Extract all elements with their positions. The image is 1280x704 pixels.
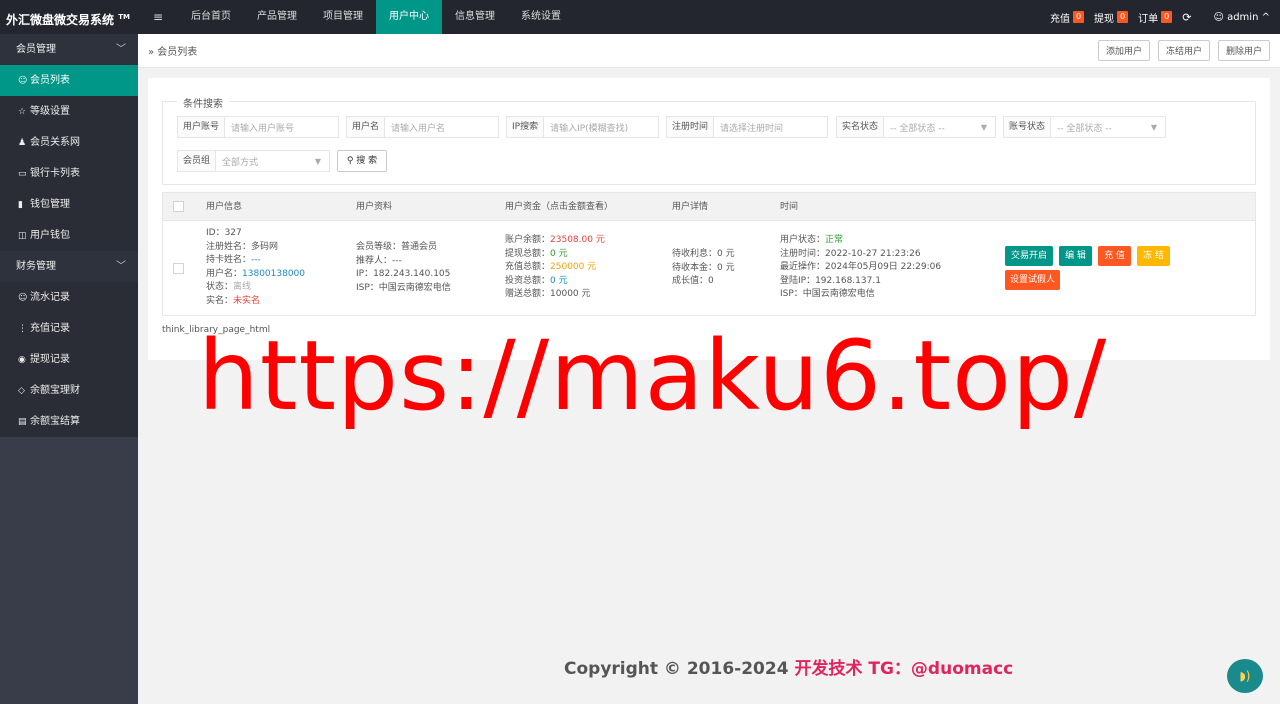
refresh-icon[interactable]: ⟳ bbox=[1182, 11, 1191, 24]
brand-title[interactable]: 外汇微盘微交易系统 TM bbox=[0, 0, 138, 34]
recharge-link[interactable]: 充值 0 bbox=[1050, 10, 1085, 25]
regtime-search-field[interactable]: 注册时间 请选择注册时间 bbox=[666, 116, 828, 138]
col-user-details: 用户详情 bbox=[672, 202, 709, 212]
member-group-select[interactable]: 会员组 全部方式 ▼ bbox=[177, 150, 330, 172]
sidebar-item-member-network[interactable]: ♟ 会员关系网 bbox=[0, 127, 138, 158]
account-search-field[interactable]: 用户账号 请输入用户账号 bbox=[177, 116, 339, 138]
nav-products[interactable]: 产品管理 bbox=[244, 0, 310, 34]
card-icon: ▭ bbox=[18, 169, 27, 179]
username-link[interactable]: 13800138000 bbox=[242, 269, 305, 279]
table-icon: ▤ bbox=[18, 417, 27, 427]
member-table: 用户信息 用户资料 用户资金（点击金额查看） 用户详情 时间 ID：327 注册… bbox=[162, 192, 1256, 316]
wallet-icon: ▮ bbox=[18, 200, 23, 210]
dropdown-arrow-icon: ▼ bbox=[1150, 122, 1157, 132]
account-status-select[interactable]: 账号状态 -- 全部状态 -- ▼ bbox=[1003, 116, 1166, 138]
sidebar-item-recharge-records[interactable]: ⋮ 充值记录 bbox=[0, 313, 138, 344]
users-icon: ♟ bbox=[18, 138, 27, 148]
time-cell: 用户状态：正常 注册时间：2022-10-27 21:23:26 最近操作：20… bbox=[780, 235, 942, 300]
search-fieldset: 条件搜索 用户账号 请输入用户账号 用户名 请输入用户名 IP搜索 请输入IP(模糊查… bbox=[162, 95, 1256, 185]
watermark-text: https://maku6.top/ bbox=[198, 320, 1108, 432]
sidebar: 会员管理 ﹀ ☺ 会员列表 ☆ 等级设置 ♟ 会员关系网 ▭ 银行卡列表 ▮ 钱包管理 ◫ 用… bbox=[0, 34, 138, 704]
realname-status-select[interactable]: 实名状态 -- 全部状态 -- ▼ bbox=[836, 116, 996, 138]
col-user-funds: 用户资金（点击金额查看） bbox=[505, 202, 614, 212]
sidebar-item-wallet-manage[interactable]: ▮ 钱包管理 bbox=[0, 189, 138, 220]
delete-user-button[interactable]: 删除用户 bbox=[1217, 40, 1270, 61]
nav-info[interactable]: 信息管理 bbox=[442, 0, 508, 34]
dropdown-arrow-icon: ▼ bbox=[980, 122, 987, 132]
breadcrumb: » 会员列表 bbox=[148, 47, 198, 58]
user-details-cell: 待收利息：0 元 待收本金：0 元 成长值：0 bbox=[672, 249, 735, 287]
ip-search-field[interactable]: IP搜索 请输入IP(模糊查找) bbox=[506, 116, 659, 138]
menu-toggle-icon[interactable]: ≡ bbox=[138, 0, 178, 34]
nav-projects[interactable]: 项目管理 bbox=[310, 0, 376, 34]
sidebar-item-flow-records[interactable]: ☺ 流水记录 bbox=[0, 282, 138, 313]
sidebar-item-user-wallet[interactable]: ◫ 用户钱包 bbox=[0, 220, 138, 251]
star-icon: ☆ bbox=[18, 107, 27, 117]
row-checkbox[interactable] bbox=[173, 263, 184, 274]
sidebar-item-yuebao-finance[interactable]: ◇ 余额宝理财 bbox=[0, 375, 138, 406]
top-bar: 外汇微盘微交易系统 TM ≡ 后台首页 产品管理 项目管理 用户中心 信息管理 … bbox=[0, 0, 1280, 34]
sidebar-item-bank-cards[interactable]: ▭ 银行卡列表 bbox=[0, 158, 138, 189]
recharge-button[interactable]: 充 值 bbox=[1098, 246, 1131, 266]
wallet-icon: ◫ bbox=[18, 231, 27, 241]
user-icon: ☺ bbox=[18, 293, 28, 303]
select-all-checkbox[interactable] bbox=[173, 201, 184, 212]
sidebar-item-level-settings[interactable]: ☆ 等级设置 bbox=[0, 96, 138, 127]
speaker-icon[interactable]: ◗) bbox=[1227, 659, 1263, 693]
search-button[interactable]: ⚲ 搜 索 bbox=[337, 150, 387, 172]
chevron-down-icon: ﹀ bbox=[116, 261, 126, 272]
list-icon: ⋮ bbox=[18, 324, 27, 334]
chevron-down-icon: ﹀ bbox=[116, 44, 126, 55]
recharge-total-link[interactable]: 250000 元 bbox=[550, 262, 596, 272]
order-badge: 0 bbox=[1161, 11, 1173, 23]
col-user-info: 用户信息 bbox=[206, 202, 243, 212]
add-user-button[interactable]: 添加用户 bbox=[1097, 40, 1150, 61]
user-funds-cell: 账户余额：23508.00 元 提现总额：0 元 充值总额：250000 元 投… bbox=[505, 235, 605, 300]
order-link[interactable]: 订单 0 bbox=[1138, 10, 1173, 25]
invest-total-link[interactable]: 0 元 bbox=[550, 276, 568, 286]
tab-bar: » 会员列表 添加用户 冻结用户 删除用户 bbox=[138, 34, 1280, 68]
search-legend: 条件搜索 bbox=[177, 95, 229, 110]
chevron-up-icon: ^ bbox=[1261, 11, 1270, 23]
nav-settings[interactable]: 系统设置 bbox=[508, 0, 574, 34]
member-list-panel: 条件搜索 用户账号 请输入用户账号 用户名 请输入用户名 IP搜索 请输入IP(模糊查… bbox=[148, 78, 1270, 360]
coin-icon: ◉ bbox=[18, 355, 26, 365]
nav-dashboard[interactable]: 后台首页 bbox=[178, 0, 244, 34]
user-profile-cell: 会员等级：普通会员 推荐人：--- IP：182.243.140.105 ISP… bbox=[356, 242, 451, 293]
set-fake-user-button[interactable]: 设置试假人 bbox=[1005, 270, 1060, 290]
user-menu[interactable]: ☺ admin ^ bbox=[1213, 12, 1270, 23]
recharge-badge: 0 bbox=[1072, 11, 1085, 23]
user-icon: ☺ bbox=[18, 76, 28, 86]
withdraw-badge: 0 bbox=[1117, 11, 1129, 23]
table-header: 用户信息 用户资料 用户资金（点击金额查看） 用户详情 时间 bbox=[163, 193, 1255, 221]
trade-enable-button[interactable]: 交易开启 bbox=[1005, 246, 1053, 266]
footer: Copyright © 2016-2024 开发技术 TG：@duomacc bbox=[564, 659, 1014, 679]
col-time: 时间 bbox=[780, 202, 799, 212]
user-icon: ☺ bbox=[1213, 11, 1224, 23]
sidebar-group-members[interactable]: 会员管理 ﹀ bbox=[0, 34, 138, 65]
freeze-button[interactable]: 冻 结 bbox=[1137, 246, 1170, 266]
sidebar-item-withdraw-records[interactable]: ◉ 提现记录 bbox=[0, 344, 138, 375]
col-user-profile: 用户资料 bbox=[356, 202, 393, 212]
balance-link[interactable]: 23508.00 元 bbox=[550, 235, 605, 245]
sidebar-item-member-list[interactable]: ☺ 会员列表 bbox=[0, 65, 138, 96]
search-icon: ⚲ bbox=[346, 156, 354, 166]
edit-button[interactable]: 编 辑 bbox=[1059, 246, 1092, 266]
sidebar-item-yuebao-settle[interactable]: ▤ 余额宝结算 bbox=[0, 406, 138, 437]
dropdown-arrow-icon: ▼ bbox=[314, 156, 321, 166]
freeze-user-button[interactable]: 冻结用户 bbox=[1157, 40, 1210, 61]
withdraw-link[interactable]: 提现 0 bbox=[1094, 10, 1129, 25]
sidebar-group-finance[interactable]: 财务管理 ﹀ bbox=[0, 251, 138, 282]
withdraw-total-link[interactable]: 0 元 bbox=[550, 249, 568, 259]
diamond-icon: ◇ bbox=[18, 386, 25, 396]
user-info-cell: ID：327 注册姓名：多码网 持卡姓名：--- 用户名：13800138000… bbox=[206, 228, 306, 306]
name-search-field[interactable]: 用户名 请输入用户名 bbox=[346, 116, 499, 138]
nav-user-center[interactable]: 用户中心 bbox=[376, 0, 442, 34]
